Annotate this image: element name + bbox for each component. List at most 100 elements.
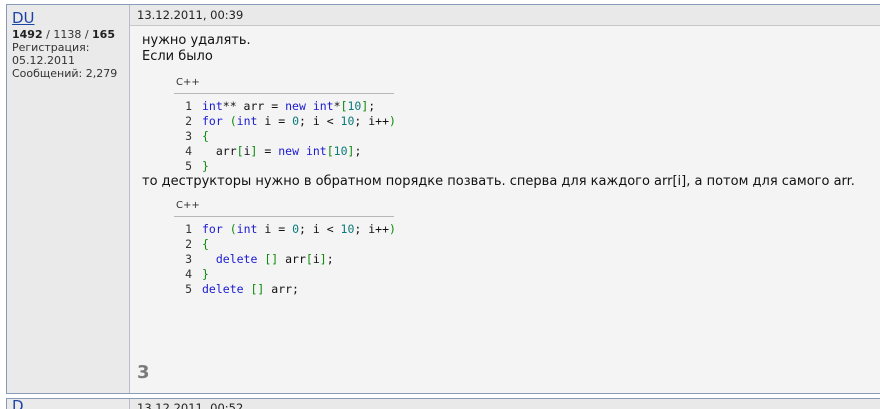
line-number: 2 — [185, 114, 192, 128]
code-line: 2 for (int i = 0; i < 10; i++) — [174, 114, 870, 129]
registration-date: 05.12.2011 — [12, 54, 75, 67]
next-forum-post: D 13.12.2011, 00:52 — [6, 398, 880, 409]
code-token: ] — [361, 99, 369, 113]
author-panel: D — [7, 399, 130, 409]
code-token: arr; — [264, 282, 299, 296]
code-token: i = — [257, 114, 293, 128]
code-token: i — [243, 144, 251, 158]
line-number: 2 — [185, 237, 192, 251]
code-token: [ — [236, 144, 244, 158]
forum-post: DU 1492 / 1138 / 165 Регистрация: 05.12.… — [6, 4, 880, 394]
code-line: 1 for (int i = 0; i < 10; i++) — [174, 222, 870, 237]
code-token: for — [202, 222, 223, 236]
code-token: arr — [202, 144, 237, 158]
post-body: нужно удалять. Если было C++ 1 int ** arr … — [130, 26, 880, 297]
code-token: 0 — [292, 114, 299, 128]
code-token: ] — [250, 144, 258, 158]
code-block-2: C++ 1 for (int i = 0; i < 10; i++) 2{3 del… — [174, 198, 870, 297]
author-panel: DU 1492 / 1138 / 165 Регистрация: 05.12.… — [7, 5, 130, 393]
code-token: ( — [229, 114, 237, 128]
code-token: new — [278, 144, 299, 158]
code-token: 10 — [333, 144, 348, 158]
code-token: int — [305, 144, 327, 158]
code-token: ) — [389, 114, 396, 128]
code-token: = — [257, 144, 279, 158]
messages-count: Сообщений: 2,279 — [12, 67, 118, 80]
author-stats: 1492 / 1138 / 165 — [12, 28, 115, 41]
code-line: 2{ — [174, 237, 870, 252]
code-token: delete — [202, 282, 244, 296]
code-token: int — [312, 99, 334, 113]
code-line: 5} — [174, 159, 870, 174]
line-number: 3 — [185, 252, 192, 266]
code-token: [ — [326, 144, 334, 158]
code-token: ( — [229, 222, 237, 236]
post-rating: 3 — [137, 362, 150, 383]
author-name-link[interactable]: DU — [12, 9, 35, 27]
code-token: [] — [250, 282, 265, 296]
post-text-middle: то деструкторы нужно в обратном порядке … — [142, 174, 855, 189]
code-token: i — [312, 252, 320, 266]
line-number: 4 — [185, 144, 192, 158]
code-token: ; i++ — [354, 222, 390, 236]
code-token: 10 — [340, 222, 355, 236]
post-text-line-1: нужно удалять. — [142, 33, 251, 48]
code-token: { — [202, 129, 209, 143]
code-token: ; i++ — [354, 114, 390, 128]
code-token: int — [236, 114, 258, 128]
author-name-link[interactable]: D — [12, 399, 24, 409]
code-line: 4} — [174, 267, 870, 282]
author-stat-c: 165 — [92, 28, 115, 41]
code-token: int — [236, 222, 258, 236]
code-line: 3{ — [174, 129, 870, 144]
line-number: 5 — [185, 159, 192, 173]
line-number: 3 — [185, 129, 192, 143]
post-text-line-2: Если было — [142, 49, 213, 64]
post-header: 13.12.2011, 00:39 — [130, 5, 880, 26]
code-lang-label: C++ — [174, 198, 394, 217]
post-datetime: 13.12.2011, 00:39 — [137, 8, 244, 22]
code-token: 10 — [340, 114, 355, 128]
code-token: [] — [264, 252, 279, 266]
code-token: [ — [305, 252, 313, 266]
code-line: 5 delete [] arr; — [174, 282, 870, 297]
code-token: ; — [354, 144, 362, 158]
code-token: ] — [347, 144, 355, 158]
post-header: 13.12.2011, 00:52 — [130, 399, 880, 409]
code-lines: 1 int ** arr = new int *[10]; 2 for (int i = … — [174, 99, 870, 174]
code-token: [ — [340, 99, 348, 113]
code-token: ; — [368, 99, 376, 113]
code-token: int — [202, 99, 223, 113]
post-content: 13.12.2011, 00:39 нужно удалять. Если бы… — [130, 5, 880, 393]
code-line: 3 delete [] arr[i]; — [174, 252, 870, 267]
code-block-1: C++ 1 int ** arr = new int *[10]; 2 for (int … — [174, 75, 870, 174]
code-token: i = — [257, 222, 293, 236]
code-token: 10 — [347, 99, 362, 113]
code-token: } — [202, 159, 209, 173]
code-token: ; i < — [299, 222, 341, 236]
registration-label: Регистрация: — [12, 41, 90, 54]
code-lines: 1 for (int i = 0; i < 10; i++) 2{3 delete … — [174, 222, 870, 297]
code-line: 4 arr[i] = new int[10]; — [174, 144, 870, 159]
post-content: 13.12.2011, 00:52 — [130, 399, 880, 409]
author-stat-b: 1138 — [53, 28, 82, 41]
line-number: 1 — [185, 222, 192, 236]
code-token: ] — [319, 252, 327, 266]
code-token: 0 — [292, 222, 299, 236]
line-number: 1 — [185, 99, 192, 113]
code-token: new — [285, 99, 306, 113]
code-token: } — [202, 267, 209, 281]
author-stat-a: 1492 — [12, 28, 43, 41]
code-lang-label: C++ — [174, 75, 394, 94]
code-token: delete — [215, 252, 258, 266]
line-number: 4 — [185, 267, 192, 281]
post-datetime: 13.12.2011, 00:52 — [137, 401, 244, 409]
code-token: ) — [389, 222, 396, 236]
